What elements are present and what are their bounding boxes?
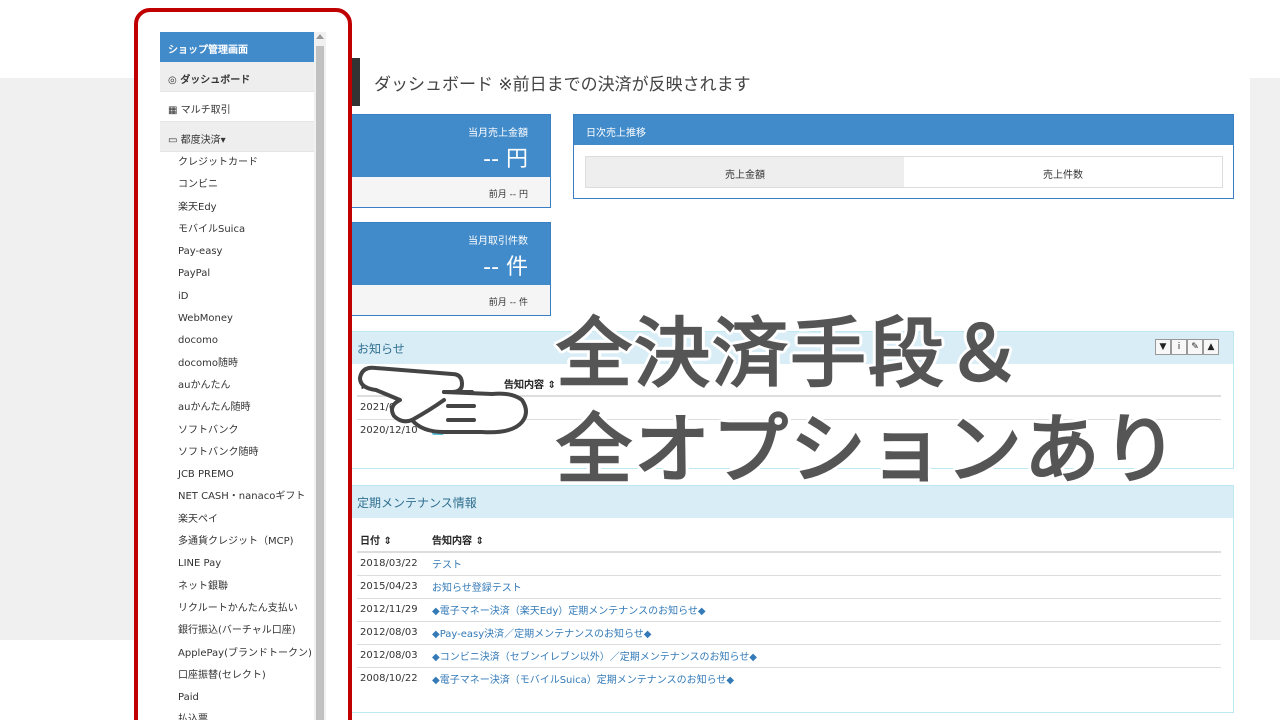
monthly-sales-panel: 当月売上金額 -- 円 前月 -- 円 (350, 114, 551, 208)
row-link[interactable]: テスト (429, 551, 1221, 575)
row-date: 2012/11/29 (357, 597, 429, 621)
col-date[interactable]: 日付 ⇕ (357, 528, 429, 553)
pointing-hand-icon (358, 365, 528, 435)
daily-tabs: 売上金額 売上件数 (585, 156, 1223, 188)
sidebar-payment-item[interactable]: ソフトバンク随時 (160, 442, 314, 464)
panel-tools: ▼ i ✎ ▲ (1155, 339, 1219, 355)
sidebar-payment-item[interactable]: 楽天Edy (160, 197, 314, 219)
payment-method-list: クレジットカード コンビニ 楽天Edy モバイルSuica Pay-easy PayPal… (160, 152, 314, 720)
sidebar-payment-item[interactable]: クレジットカード (160, 152, 314, 174)
row-date: 2018/03/22 (357, 551, 429, 575)
sidebar-payment-item[interactable]: 楽天ペイ (160, 509, 314, 531)
warning-icon[interactable]: ▲ (1203, 339, 1219, 355)
overlay-caption-line1: 全決済手段＆ (556, 309, 1024, 398)
row-link[interactable]: ◆コンビニ決済（セブンイレブン以外）／定期メンテナンスのお知らせ◆ (429, 643, 1221, 667)
grid-icon: ▦ (168, 105, 181, 116)
row-link[interactable]: ◆電子マネー決済（モバイルSuica）定期メンテナンスのお知らせ◆ (429, 666, 1221, 690)
scroll-up-icon[interactable] (316, 34, 324, 39)
sidebar-payment-item[interactable]: ネット銀聯 (160, 576, 314, 598)
table-row: 2015/04/23 お知らせ登録テスト (357, 574, 1221, 598)
daily-sales-title: 日次売上推移 (574, 115, 1233, 145)
sidebar-payment-item[interactable]: iD (160, 286, 314, 308)
tab-sales-amount[interactable]: 売上金額 (586, 157, 904, 187)
sidebar-payment-item[interactable]: NET CASH・nanacoギフト (160, 486, 314, 508)
sidebar-item-label: ダッシュボード (180, 75, 251, 86)
row-link[interactable]: ◆電子マネー決済（楽天Edy）定期メンテナンスのお知らせ◆ (429, 597, 1221, 621)
sidebar-payment-item[interactable]: ApplePay(ブランドトークン) (160, 643, 314, 665)
sidebar-payment-item[interactable]: 払込票 (160, 709, 314, 720)
row-link[interactable]: お知らせ登録テスト (429, 574, 1221, 598)
row-date: 2008/10/22 (357, 666, 429, 690)
sidebar-header[interactable]: ショップ管理画面 (160, 32, 314, 62)
monthly-sales-prev: 前月 -- 円 (350, 177, 550, 207)
monthly-count-label: 当月取引件数 (468, 236, 528, 247)
right-gutter (1252, 78, 1280, 640)
page-title: ダッシュボード ※前日までの決済が反映されます (374, 75, 751, 95)
sidebar-payment-item[interactable]: auかんたん (160, 375, 314, 397)
filter-icon[interactable]: ▼ (1155, 339, 1171, 355)
sidebar-payment-item[interactable]: リクルートかんたん支払い (160, 598, 314, 620)
sidebar-item-label: 都度決済▾ (180, 135, 226, 146)
dashboard-icon: ◎ (168, 75, 181, 86)
tab-sales-count[interactable]: 売上件数 (904, 157, 1222, 187)
sidebar-payment-item[interactable]: WebMoney (160, 308, 314, 330)
row-date: 2012/08/03 (357, 620, 429, 644)
sidebar-item-dashboard[interactable]: ◎ ダッシュボード (160, 62, 314, 92)
sidebar-payment-item[interactable]: 口座振替(セレクト) (160, 665, 314, 687)
sidebar-payment-item[interactable]: Paid (160, 687, 314, 709)
sidebar-payment-item[interactable]: auかんたん随時 (160, 397, 314, 419)
col-content[interactable]: 告知内容 ⇕ (429, 528, 1221, 553)
row-link[interactable]: ◆Pay-easy決済／定期メンテナンスのお知らせ◆ (429, 620, 1221, 644)
table-row: 2012/08/03 ◆コンビニ決済（セブンイレブン以外）／定期メンテナンスのお知… (357, 643, 1221, 667)
sidebar: ショップ管理画面 ◎ ダッシュボード ▦ マルチ取引 ▭ 都度決済▾ クレジット… (160, 32, 314, 720)
sidebar-scrollbar[interactable] (314, 32, 326, 720)
sidebar-payment-item[interactable]: 多通貨クレジット（MCP) (160, 531, 314, 553)
maintenance-table: 日付 ⇕ 告知内容 ⇕ 2018/03/22 テスト 2015/04/23 お知らせ… (357, 528, 1221, 690)
overlay-caption-line2: 全オプションあり (556, 405, 1180, 494)
table-row: 2008/10/22 ◆電子マネー決済（モバイルSuica）定期メンテナンスのお知… (357, 666, 1221, 690)
sidebar-item-label: マルチ取引 (180, 105, 231, 116)
maintenance-panel: 定期メンテナンス情報 日付 ⇕ 告知内容 ⇕ 2018/03/22 テスト 201… (350, 485, 1234, 713)
sidebar-payment-item[interactable]: docomo (160, 330, 314, 352)
sidebar-payment-item[interactable]: 銀行振込(バーチャル口座) (160, 620, 314, 642)
table-row: 2012/08/03 ◆Pay-easy決済／定期メンテナンスのお知らせ◆ (357, 620, 1221, 644)
sidebar-payment-item[interactable]: ソフトバンク (160, 420, 314, 442)
monthly-sales-value: -- 円 (483, 147, 528, 172)
sidebar-item-multi[interactable]: ▦ マルチ取引 (160, 92, 314, 122)
wrench-icon[interactable]: ✎ (1187, 339, 1203, 355)
monthly-count-value: -- 件 (483, 255, 528, 280)
row-date: 2015/04/23 (357, 574, 429, 598)
sidebar-payment-item[interactable]: コンビニ (160, 174, 314, 196)
sidebar-payment-item[interactable]: Pay-easy (160, 241, 314, 263)
sidebar-payment-item[interactable]: docomo随時 (160, 353, 314, 375)
monthly-count-prev: 前月 -- 件 (350, 285, 550, 315)
sidebar-item-per-payment[interactable]: ▭ 都度決済▾ (160, 122, 314, 152)
info-icon[interactable]: i (1171, 339, 1187, 355)
table-row: 2012/11/29 ◆電子マネー決済（楽天Edy）定期メンテナンスのお知らせ◆ (357, 597, 1221, 621)
table-row: 2018/03/22 テスト (357, 551, 1221, 575)
sidebar-payment-item[interactable]: JCB PREMO (160, 464, 314, 486)
daily-sales-panel: 日次売上推移 売上金額 売上件数 (573, 114, 1234, 199)
sidebar-payment-item[interactable]: LINE Pay (160, 553, 314, 575)
monthly-sales-label: 当月売上金額 (468, 128, 528, 139)
maintenance-title: 定期メンテナンス情報 (357, 496, 477, 510)
sidebar-payment-item[interactable]: モバイルSuica (160, 219, 314, 241)
monthly-count-panel: 当月取引件数 -- 件 前月 -- 件 (350, 222, 551, 316)
sidebar-payment-item[interactable]: PayPal (160, 263, 314, 285)
card-icon: ▭ (168, 135, 181, 146)
scroll-thumb[interactable] (316, 46, 324, 720)
row-date: 2012/08/03 (357, 643, 429, 667)
